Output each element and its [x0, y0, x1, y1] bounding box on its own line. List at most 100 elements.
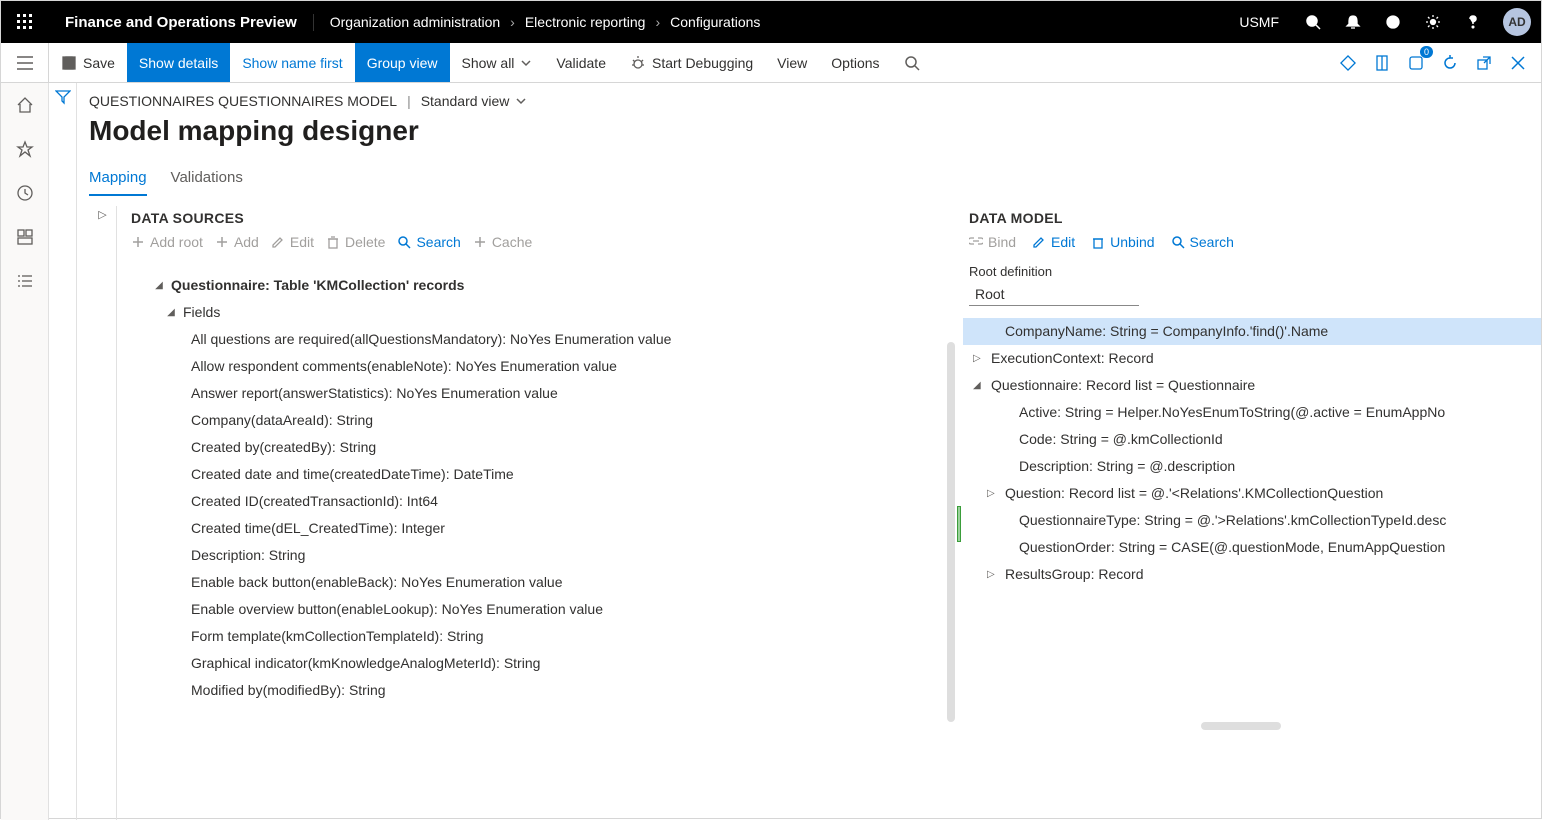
tree-field-item[interactable]: Created time(dEL_CreatedTime): Integer [131, 515, 955, 542]
attachment-icon[interactable] [1369, 50, 1395, 76]
caret-icon: ▷ [987, 480, 999, 507]
dm-tree-row[interactable]: ◢Questionnaire: Record list = Questionna… [963, 372, 1541, 399]
group-view-button[interactable]: Group view [355, 43, 450, 82]
dm-tree-row[interactable]: Code: String = @.kmCollectionId [963, 426, 1541, 453]
start-debugging-button[interactable]: Start Debugging [618, 43, 765, 82]
ds-cache-button[interactable]: Cache [473, 234, 532, 250]
hamburger-icon[interactable] [1, 43, 49, 82]
filter-icon[interactable] [55, 89, 71, 820]
bell-icon[interactable] [1333, 1, 1373, 43]
favorites-icon[interactable] [7, 131, 43, 167]
page-breadcrumb-title: QUESTIONNAIRES QUESTIONNAIRES MODEL [89, 93, 397, 109]
ds-delete-button[interactable]: Delete [326, 234, 385, 250]
chevron-down-icon [520, 57, 532, 69]
validate-label: Validate [556, 55, 606, 71]
avatar[interactable]: AD [1503, 8, 1531, 36]
refresh-icon[interactable] [1437, 50, 1463, 76]
gear-icon[interactable] [1413, 1, 1453, 43]
tab-validations[interactable]: Validations [171, 169, 243, 196]
show-name-first-button[interactable]: Show name first [230, 43, 354, 82]
show-details-label: Show details [139, 55, 218, 71]
caret-icon: ◢ [973, 372, 985, 399]
dm-edit-button[interactable]: Edit [1032, 234, 1075, 250]
tree-field-item[interactable]: Form template(kmCollectionTemplateId): S… [131, 623, 955, 650]
tree-field-item[interactable]: Enable back button(enableBack): NoYes En… [131, 569, 955, 596]
breadcrumb-item-0[interactable]: Organization administration [330, 14, 500, 30]
ribbon-search-icon[interactable] [892, 43, 932, 82]
expand-collapse-icon[interactable]: ▷ [98, 208, 106, 820]
view-selector[interactable]: Standard view [421, 93, 528, 109]
options-menu[interactable]: Options [819, 43, 891, 82]
root-definition-input[interactable]: Root [969, 283, 1139, 306]
tree-field-item[interactable]: Company(dataAreaId): String [131, 407, 955, 434]
scrollbar-horizontal[interactable] [1201, 722, 1281, 730]
show-details-button[interactable]: Show details [127, 43, 230, 82]
caret-icon: ▷ [987, 561, 999, 588]
help-icon[interactable] [1453, 1, 1493, 43]
tree-field-item[interactable]: Modified by(modifiedBy): String [131, 677, 955, 704]
chevron-down-icon [515, 95, 527, 107]
splitter-handle[interactable] [957, 506, 961, 542]
tree-field-item[interactable]: All questions are required(allQuestionsM… [131, 326, 955, 353]
tree-field-item[interactable]: Description: String [131, 542, 955, 569]
datamodel-title: DATA MODEL [963, 210, 1541, 226]
tree-field-item[interactable]: Answer report(answerStatistics): NoYes E… [131, 380, 955, 407]
group-view-label: Group view [367, 55, 438, 71]
home-icon[interactable] [7, 87, 43, 123]
save-button[interactable]: Save [49, 43, 127, 82]
tree-node-root[interactable]: ◢Questionnaire: Table 'KMCollection' rec… [131, 272, 955, 299]
page-title: Model mapping designer [89, 115, 1541, 147]
diamond-icon[interactable] [1335, 50, 1361, 76]
app-launcher[interactable] [1, 1, 49, 43]
dm-search-button[interactable]: Search [1171, 234, 1234, 250]
ds-toolbar: Add root Add Edit Delete Search Cache [131, 234, 955, 250]
dm-bind-button[interactable]: Bind [969, 234, 1016, 250]
dm-tree-row[interactable]: QuestionnaireType: String = @.'>Relation… [963, 507, 1541, 534]
dm-unbind-button[interactable]: Unbind [1091, 234, 1154, 250]
tree-field-item[interactable]: Graphical indicator(kmKnowledgeAnalogMet… [131, 650, 955, 677]
dm-tree-row[interactable]: Active: String = Helper.NoYesEnumToStrin… [963, 399, 1541, 426]
tree-field-item[interactable]: Created date and time(createdDateTime): … [131, 461, 955, 488]
main: QUESTIONNAIRES QUESTIONNAIRES MODEL | St… [1, 83, 1541, 820]
company-code[interactable]: USMF [1225, 14, 1293, 30]
show-all-dropdown[interactable]: Show all [450, 43, 545, 82]
validate-button[interactable]: Validate [544, 43, 618, 82]
search-icon[interactable] [1293, 1, 1333, 43]
options-label: Options [831, 55, 879, 71]
dm-tree-row[interactable]: QuestionOrder: String = CASE(@.questionM… [963, 534, 1541, 561]
breadcrumb-item-2[interactable]: Configurations [670, 14, 760, 30]
tab-mapping[interactable]: Mapping [89, 169, 147, 196]
popout-icon[interactable] [1471, 50, 1497, 76]
root-definition-label: Root definition [963, 264, 1541, 279]
workspaces-icon[interactable] [7, 219, 43, 255]
dm-toolbar: Bind Edit Unbind Search [963, 234, 1541, 250]
view-menu[interactable]: View [765, 43, 819, 82]
dm-tree-row[interactable]: CompanyName: String = CompanyInfo.'find(… [963, 318, 1541, 345]
recent-icon[interactable] [7, 175, 43, 211]
smiley-icon[interactable] [1373, 1, 1413, 43]
chevron-right-icon: › [510, 14, 515, 30]
breadcrumb-item-1[interactable]: Electronic reporting [525, 14, 646, 30]
chevron-right-icon: › [655, 14, 660, 30]
ds-search-button[interactable]: Search [397, 234, 460, 250]
dm-tree-row[interactable]: Description: String = @.description [963, 453, 1541, 480]
view-name: Standard view [421, 93, 510, 109]
tree-field-item[interactable]: Created ID(createdTransactionId): Int64 [131, 488, 955, 515]
app-title: Finance and Operations Preview [49, 14, 314, 31]
dm-tree-row[interactable]: ▷Question: Record list = @.'<Relations'.… [963, 480, 1541, 507]
dm-tree-row[interactable]: ▷ExecutionContext: Record [963, 345, 1541, 372]
expand-column: ▷ [89, 206, 117, 820]
ds-add-root-button[interactable]: Add root [131, 234, 203, 250]
ds-edit-button[interactable]: Edit [271, 234, 314, 250]
tree-field-item[interactable]: Created by(createdBy): String [131, 434, 955, 461]
tree-node-fields[interactable]: ◢Fields [131, 299, 955, 326]
notifications-badge[interactable] [1403, 50, 1429, 76]
close-icon[interactable] [1505, 50, 1531, 76]
modules-icon[interactable] [7, 263, 43, 299]
scrollbar-vertical[interactable] [947, 342, 955, 722]
dm-tree-row[interactable]: ▷ResultsGroup: Record [963, 561, 1541, 588]
tree-field-item[interactable]: Enable overview button(enableLookup): No… [131, 596, 955, 623]
tree-field-item[interactable]: Allow respondent comments(enableNote): N… [131, 353, 955, 380]
show-all-label: Show all [462, 55, 515, 71]
ds-add-button[interactable]: Add [215, 234, 259, 250]
